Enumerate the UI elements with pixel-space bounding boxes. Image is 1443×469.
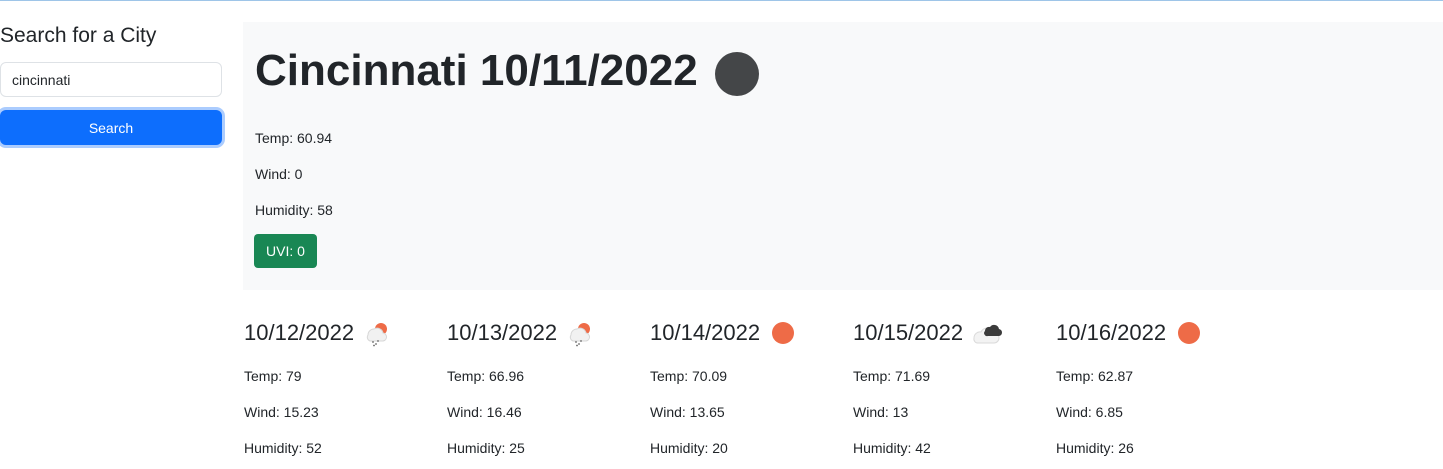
dark-circle-icon [715,52,759,96]
cloudy-icon [973,324,1003,344]
top-border [0,0,1443,1]
search-heading: Search for a City [0,24,157,47]
forecast-temp: Temp: 66.96 [447,368,525,384]
forecast-humidity: Humidity: 52 [244,440,322,456]
forecast-humidity: Humidity: 26 [1056,440,1134,456]
current-city-title: Cincinnati 10/11/2022 [255,46,698,95]
forecast-temp: Temp: 79 [244,368,302,384]
forecast-date: 10/16/2022 [1056,320,1167,345]
forecast-date: 10/15/2022 [853,320,964,345]
rain-sun-icon [366,323,387,347]
forecast-wind: Wind: 6.85 [1056,404,1123,420]
forecast-humidity: Humidity: 20 [650,440,728,456]
current-temp: Temp: 60.94 [255,130,333,146]
forecast-temp: Temp: 71.69 [853,368,931,384]
sun-icon [1176,319,1204,347]
current-humidity: Humidity: 58 [255,202,333,218]
rain-sun-icon [569,323,590,347]
forecast-humidity: Humidity: 25 [447,440,525,456]
current-wind: Wind: 0 [255,166,303,182]
forecast-wind: Wind: 13 [853,404,909,420]
search-button[interactable]: Search [0,110,222,145]
city-search-input[interactable] [0,62,222,97]
forecast-date: 10/12/2022 [244,320,355,345]
forecast-wind: Wind: 13.65 [650,404,725,420]
sun-icon [770,319,798,347]
search-sidebar: Search for a City Search [0,22,224,145]
forecast-temp: Temp: 70.09 [650,368,728,384]
current-weather-panel: Cincinnati 10/11/2022 Temp: 60.94 Wind: … [243,22,1443,290]
forecast-humidity: Humidity: 42 [853,440,931,456]
forecast-wind: Wind: 16.46 [447,404,522,420]
forecast-date: 10/13/2022 [447,320,558,345]
forecast-wind: Wind: 15.23 [244,404,319,420]
forecast-date: 10/14/2022 [650,320,761,345]
uvi-badge: UVI: 0 [254,234,317,268]
forecast-temp: Temp: 62.87 [1056,368,1134,384]
